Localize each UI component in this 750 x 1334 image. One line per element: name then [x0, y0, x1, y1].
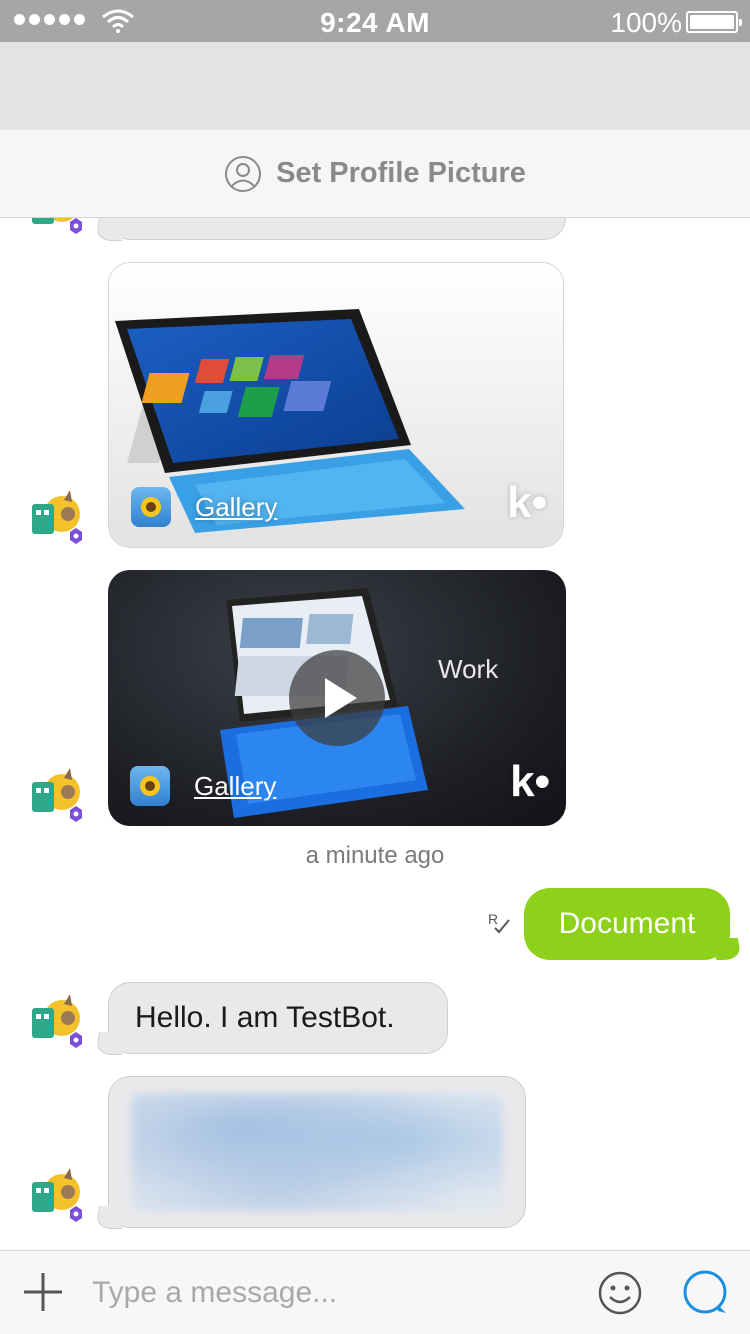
message-input[interactable] — [92, 1269, 572, 1317]
play-icon — [325, 678, 357, 718]
bot-avatar[interactable] — [24, 762, 86, 824]
battery-icon — [686, 11, 742, 33]
send-chat-icon[interactable] — [682, 1269, 730, 1317]
kik-brand-icon: k• — [510, 757, 550, 806]
card-footer: Gallery — [130, 766, 276, 806]
kik-brand-icon: k• — [507, 478, 547, 527]
card-footer: Gallery — [131, 487, 277, 527]
message-text: Hello. I am TestBot. — [135, 1001, 395, 1034]
blurred-message-bubble[interactable] — [108, 1076, 526, 1228]
gallery-card-video[interactable]: Work Gallery k• — [108, 570, 566, 826]
gallery-app-icon — [130, 766, 170, 806]
status-bar: 9:24 AM 100% — [0, 0, 750, 42]
incoming-message-bubble[interactable]: Hello. I am TestBot. — [108, 982, 448, 1054]
plus-icon[interactable] — [22, 1271, 64, 1313]
bot-avatar[interactable] — [24, 484, 86, 546]
emoji-icon[interactable] — [598, 1271, 642, 1315]
card-overlay-text: Work — [438, 654, 499, 684]
battery-percent: 100% — [610, 7, 682, 38]
gallery-app-icon — [131, 487, 171, 527]
navigation-bar — [0, 42, 750, 130]
gallery-link[interactable]: Gallery — [195, 492, 277, 523]
gallery-link[interactable]: Gallery — [194, 771, 276, 802]
set-profile-picture-button[interactable]: Set Profile Picture — [0, 130, 750, 218]
svg-text:R: R — [488, 911, 498, 927]
message-timestamp: a minute ago — [305, 842, 445, 869]
profile-icon — [225, 155, 262, 192]
read-receipt-icon: R — [488, 911, 510, 934]
chat-screen: Gallery k• Work Gallery k• a minute ago … — [0, 0, 750, 1334]
gallery-card-surface[interactable]: Gallery k• — [108, 262, 564, 548]
outgoing-message-bubble[interactable]: Document — [524, 888, 730, 960]
play-button[interactable] — [289, 650, 385, 746]
profile-label: Set Profile Picture — [276, 157, 526, 189]
blurred-content — [131, 1093, 503, 1211]
message-composer — [0, 1250, 750, 1334]
bot-avatar[interactable] — [24, 988, 86, 1050]
bot-avatar[interactable] — [24, 1162, 86, 1224]
